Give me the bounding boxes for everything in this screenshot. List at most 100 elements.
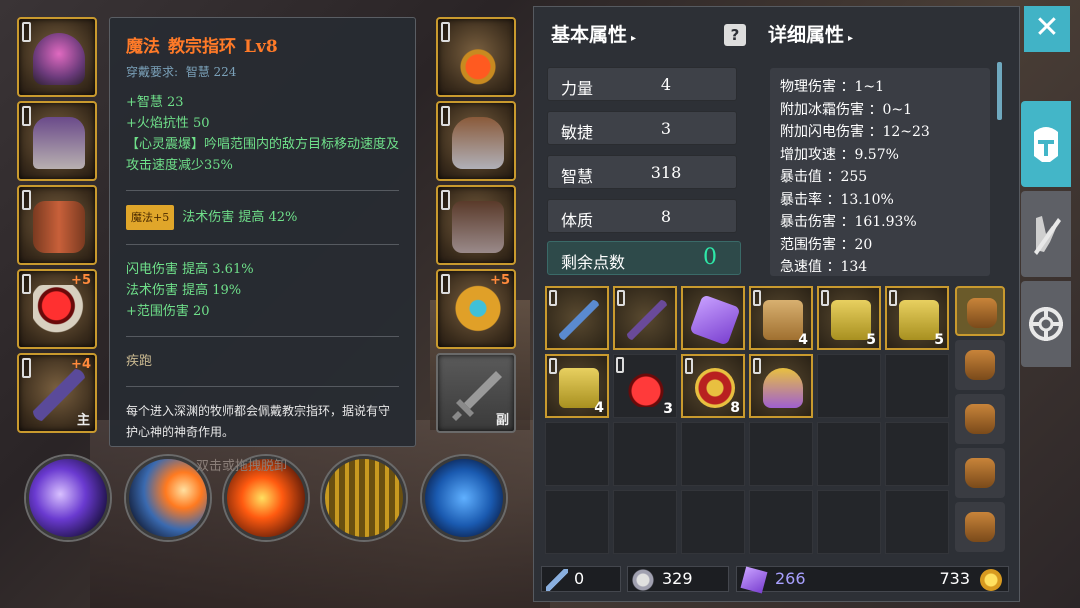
inventory-slot-empty[interactable] xyxy=(817,354,881,418)
scroll-icon xyxy=(831,300,871,340)
enhance-level: +4 xyxy=(71,357,91,372)
glove-sword-icon xyxy=(1034,216,1061,255)
boots-slot[interactable] xyxy=(436,185,516,265)
gem-icon xyxy=(689,294,741,346)
inventory-slot-empty[interactable] xyxy=(885,422,949,486)
inventory-slot[interactable] xyxy=(749,354,813,418)
backpack-icon xyxy=(965,512,995,542)
help-icon[interactable]: ? xyxy=(724,24,746,46)
lock-icon xyxy=(616,357,624,373)
gloves-slot[interactable] xyxy=(436,101,516,181)
item-count: 4 xyxy=(798,332,808,348)
currency-wands: 0 xyxy=(541,566,621,592)
inventory-slot[interactable]: 3 xyxy=(613,354,677,418)
bag-tab-1[interactable] xyxy=(955,286,1005,336)
inventory-slot[interactable] xyxy=(613,286,677,350)
inventory-slot[interactable]: 5 xyxy=(817,286,881,350)
crystal-icon xyxy=(740,566,768,594)
lock-icon xyxy=(441,22,450,42)
lock-icon xyxy=(549,358,557,374)
basic-attributes-header[interactable]: 基本属性 ▸ xyxy=(551,20,636,47)
inventory-slot-empty[interactable] xyxy=(885,490,949,554)
detail-attributes-list[interactable]: 物理伤害 ：1~1 附加冰霜伤害 ：0~1 附加闪电伤害 ：12~23 增加攻速… xyxy=(770,68,990,276)
skill-lightning-orb[interactable] xyxy=(26,456,110,540)
enchant-badge: 魔法+5 xyxy=(126,205,175,230)
scroll-icon xyxy=(899,300,939,340)
tab-settings[interactable] xyxy=(1021,281,1071,367)
weapon-slot[interactable]: +4 主 xyxy=(17,353,97,433)
item-description: 每个进入深渊的牧师都会佩戴教宗指环，据说有守护心神的神奇作用。 xyxy=(126,404,391,439)
off-hand-label: 副 xyxy=(495,413,509,428)
inventory-slot-empty[interactable] xyxy=(681,422,745,486)
lock-icon xyxy=(22,358,31,378)
enhance-level: +5 xyxy=(490,273,510,288)
inventory-slot-empty[interactable] xyxy=(545,422,609,486)
inventory-slot-empty[interactable] xyxy=(613,490,677,554)
tab-crafting[interactable] xyxy=(1021,191,1071,277)
inventory-slot-empty[interactable] xyxy=(885,354,949,418)
detail-attributes-header[interactable]: 详细属性 ▸ xyxy=(768,20,853,47)
lock-icon xyxy=(821,290,829,306)
lock-icon xyxy=(441,190,450,210)
remaining-points[interactable]: 剩余点数 0 xyxy=(547,241,741,275)
inventory-slot-empty[interactable] xyxy=(749,490,813,554)
detail-line: 物理伤害 ：1~1 xyxy=(780,79,884,95)
detail-scrollbar[interactable] xyxy=(997,62,1002,120)
offhand-slot[interactable]: 副 xyxy=(436,353,516,433)
inventory-slot[interactable] xyxy=(545,286,609,350)
crystal-count: 266 xyxy=(775,569,806,588)
base-stat: +火焰抗性 50 xyxy=(126,116,210,131)
inventory-slot-empty[interactable] xyxy=(817,490,881,554)
tab-equipment[interactable] xyxy=(1021,101,1071,187)
bag-tab-5[interactable] xyxy=(955,502,1005,552)
lock-icon xyxy=(685,358,693,374)
backpack-icon xyxy=(965,350,995,380)
inventory-slot[interactable]: 4 xyxy=(749,286,813,350)
inventory-slot[interactable]: 4 xyxy=(545,354,609,418)
robe-icon xyxy=(33,117,85,169)
lock-icon xyxy=(441,274,450,294)
item-count: 5 xyxy=(866,332,876,348)
bag-tab-4[interactable] xyxy=(955,448,1005,498)
lock-icon xyxy=(22,190,31,210)
detail-line: 暴击值 ：255 xyxy=(780,169,868,185)
item-type: 魔法 xyxy=(126,37,160,57)
crystal-icon xyxy=(763,368,803,408)
close-button[interactable]: ✕ xyxy=(1024,6,1070,52)
inventory-slot-empty[interactable] xyxy=(749,422,813,486)
inventory-slot-empty[interactable] xyxy=(681,490,745,554)
inventory-slot[interactable] xyxy=(681,286,745,350)
ruby-ring-icon xyxy=(33,285,85,337)
currency-crystals-gold: 266 733 xyxy=(736,566,1009,594)
staff-icon xyxy=(559,300,599,340)
skill-sprint[interactable] xyxy=(422,456,506,540)
amulet-slot[interactable] xyxy=(436,17,516,97)
helmet-icon xyxy=(1034,127,1058,162)
lock-icon xyxy=(889,290,897,306)
armor-slot[interactable] xyxy=(17,185,97,265)
inventory-slot-empty[interactable] xyxy=(613,422,677,486)
skill-light-pillar[interactable] xyxy=(322,456,406,540)
armor-icon xyxy=(33,201,85,253)
gold-ring-icon xyxy=(452,285,504,337)
lock-icon xyxy=(753,290,761,306)
inventory-slot[interactable]: 8 xyxy=(681,354,745,418)
lock-icon xyxy=(441,106,450,126)
extra-stat: +范围伤害 20 xyxy=(126,304,210,319)
bag-tab-3[interactable] xyxy=(955,394,1005,444)
lock-icon xyxy=(22,106,31,126)
inventory-slot[interactable]: 5 xyxy=(885,286,949,350)
helmet-slot[interactable] xyxy=(17,17,97,97)
item-count: 3 xyxy=(663,401,673,417)
ring-slot-right[interactable]: +5 xyxy=(436,269,516,349)
bag-tab-2[interactable] xyxy=(955,340,1005,390)
inventory-slot-empty[interactable] xyxy=(817,422,881,486)
chest-slot[interactable] xyxy=(17,101,97,181)
item-level: Lv8 xyxy=(244,37,278,57)
enhance-level: +5 xyxy=(71,273,91,288)
detail-line: 急速值 ：134 xyxy=(780,259,868,275)
ring-slot-left[interactable]: +5 xyxy=(17,269,97,349)
inventory-slot-empty[interactable] xyxy=(545,490,609,554)
inventory-grid: 4 5 5 4 3 8 xyxy=(545,286,1008,556)
backpack-icon xyxy=(967,298,997,328)
